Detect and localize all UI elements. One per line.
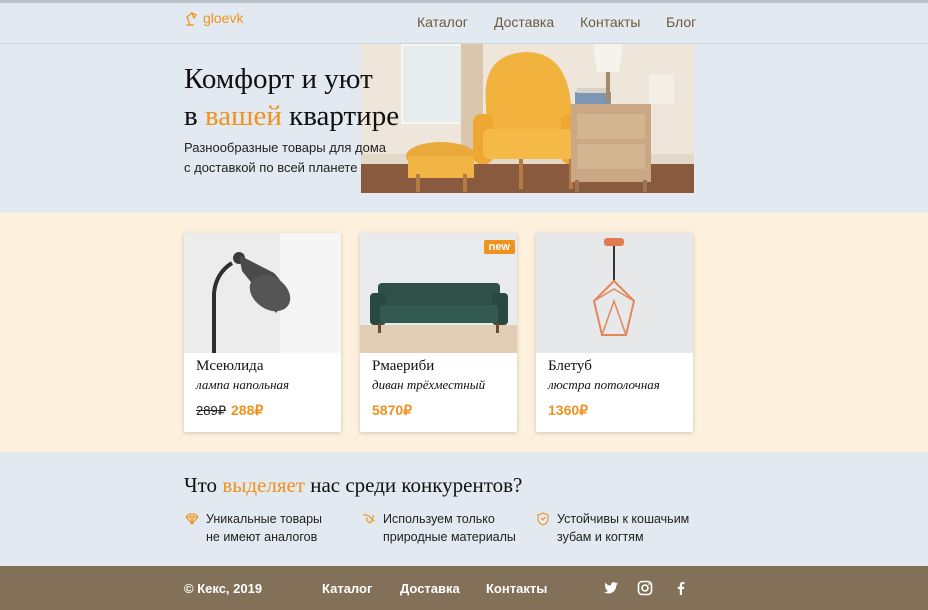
- leaf-icon: [362, 514, 376, 524]
- hero-title-accent: вашей: [204, 100, 282, 132]
- site-header: gloevk Каталог Доставка Контакты Блог: [0, 3, 928, 44]
- instagram-icon[interactable]: [637, 580, 653, 596]
- footer-link-catalog[interactable]: Каталог: [322, 581, 372, 596]
- product-name: Мсеюлида: [196, 358, 264, 374]
- pendant-lamp-image: [536, 233, 693, 353]
- product-type: диван трёхместный: [372, 377, 486, 392]
- nav-contacts[interactable]: Контакты: [580, 14, 640, 30]
- hero-subtitle-line1: Разнообразные товары для дома: [184, 140, 387, 155]
- hero-title-line2: в вашей квартире: [184, 98, 399, 135]
- facebook-icon[interactable]: [673, 580, 689, 596]
- hero-title-line1: Комфорт и уют: [184, 63, 373, 95]
- feature-line2: не имеют аналогов: [206, 530, 318, 544]
- feature-line1: Используем только: [383, 512, 495, 526]
- site-footer: © Кекс, 2019 Каталог Доставка Контакты: [0, 566, 928, 610]
- features-title-accent: выделяет: [222, 473, 305, 497]
- nav-catalog[interactable]: Каталог: [417, 14, 468, 30]
- floor-lamp-image: [184, 233, 341, 353]
- feature-line2: зубам и когтям: [557, 530, 644, 544]
- twitter-icon[interactable]: [603, 580, 619, 596]
- hero-title-suffix: квартире: [289, 100, 400, 132]
- hero-subtitle: Разнообразные товары для дома с доставко…: [184, 138, 404, 178]
- features-title: Что выделяет нас среди конкурентов?: [184, 473, 522, 498]
- product-type: люстра потолочная: [548, 377, 660, 392]
- features-title-prefix: Что: [184, 473, 218, 497]
- product-card[interactable]: new Рмаериби диван трёхместный 5870₽: [360, 233, 517, 432]
- feature-line2: природные материалы: [383, 530, 516, 544]
- product-price: 288₽: [231, 402, 264, 418]
- product-type: лампа напольная: [196, 377, 290, 392]
- feature-item: Устойчивы к кошачьим зубам и когтям: [536, 510, 689, 546]
- shield-icon: [537, 512, 549, 526]
- lamp-logo-icon: [186, 11, 197, 26]
- feature-line1: Устойчивы к кошачьим: [557, 512, 690, 526]
- product-name: Рмаериби: [372, 358, 435, 374]
- product-price: 1360₽: [548, 402, 589, 418]
- product-card[interactable]: Мсеюлида лампа напольная 289₽ 288₽: [184, 233, 341, 432]
- hero-title-prefix: в: [184, 100, 198, 132]
- feature-line1: Уникальные товары: [206, 512, 323, 526]
- site-logo[interactable]: gloevk: [183, 10, 243, 26]
- footer-link-contacts[interactable]: Контакты: [486, 581, 547, 596]
- feature-item: Используем только природные материалы: [362, 510, 516, 546]
- new-badge: new: [483, 240, 515, 254]
- nav-delivery[interactable]: Доставка: [494, 14, 554, 30]
- footer-link-delivery[interactable]: Доставка: [400, 581, 460, 596]
- diamond-icon: [185, 513, 199, 525]
- hero-subtitle-line2: с доставкой по всей планете: [184, 160, 358, 175]
- product-price: 5870₽: [372, 402, 413, 418]
- logo-text: gloevk: [203, 10, 244, 26]
- footer-copyright: © Кекс, 2019: [184, 581, 263, 596]
- hero-title: Комфорт и уют в вашей квартире: [184, 61, 399, 135]
- product-card[interactable]: Блетуб люстра потолочная 1360₽: [536, 233, 693, 432]
- product-old-price: 289₽: [196, 403, 226, 418]
- feature-item: Уникальные товары не имеют аналогов: [185, 510, 322, 546]
- hero-armchair-image: [361, 44, 694, 193]
- product-name: Блетуб: [548, 358, 592, 374]
- features-title-suffix: нас среди конкурентов?: [310, 473, 523, 497]
- nav-blog[interactable]: Блог: [666, 14, 696, 30]
